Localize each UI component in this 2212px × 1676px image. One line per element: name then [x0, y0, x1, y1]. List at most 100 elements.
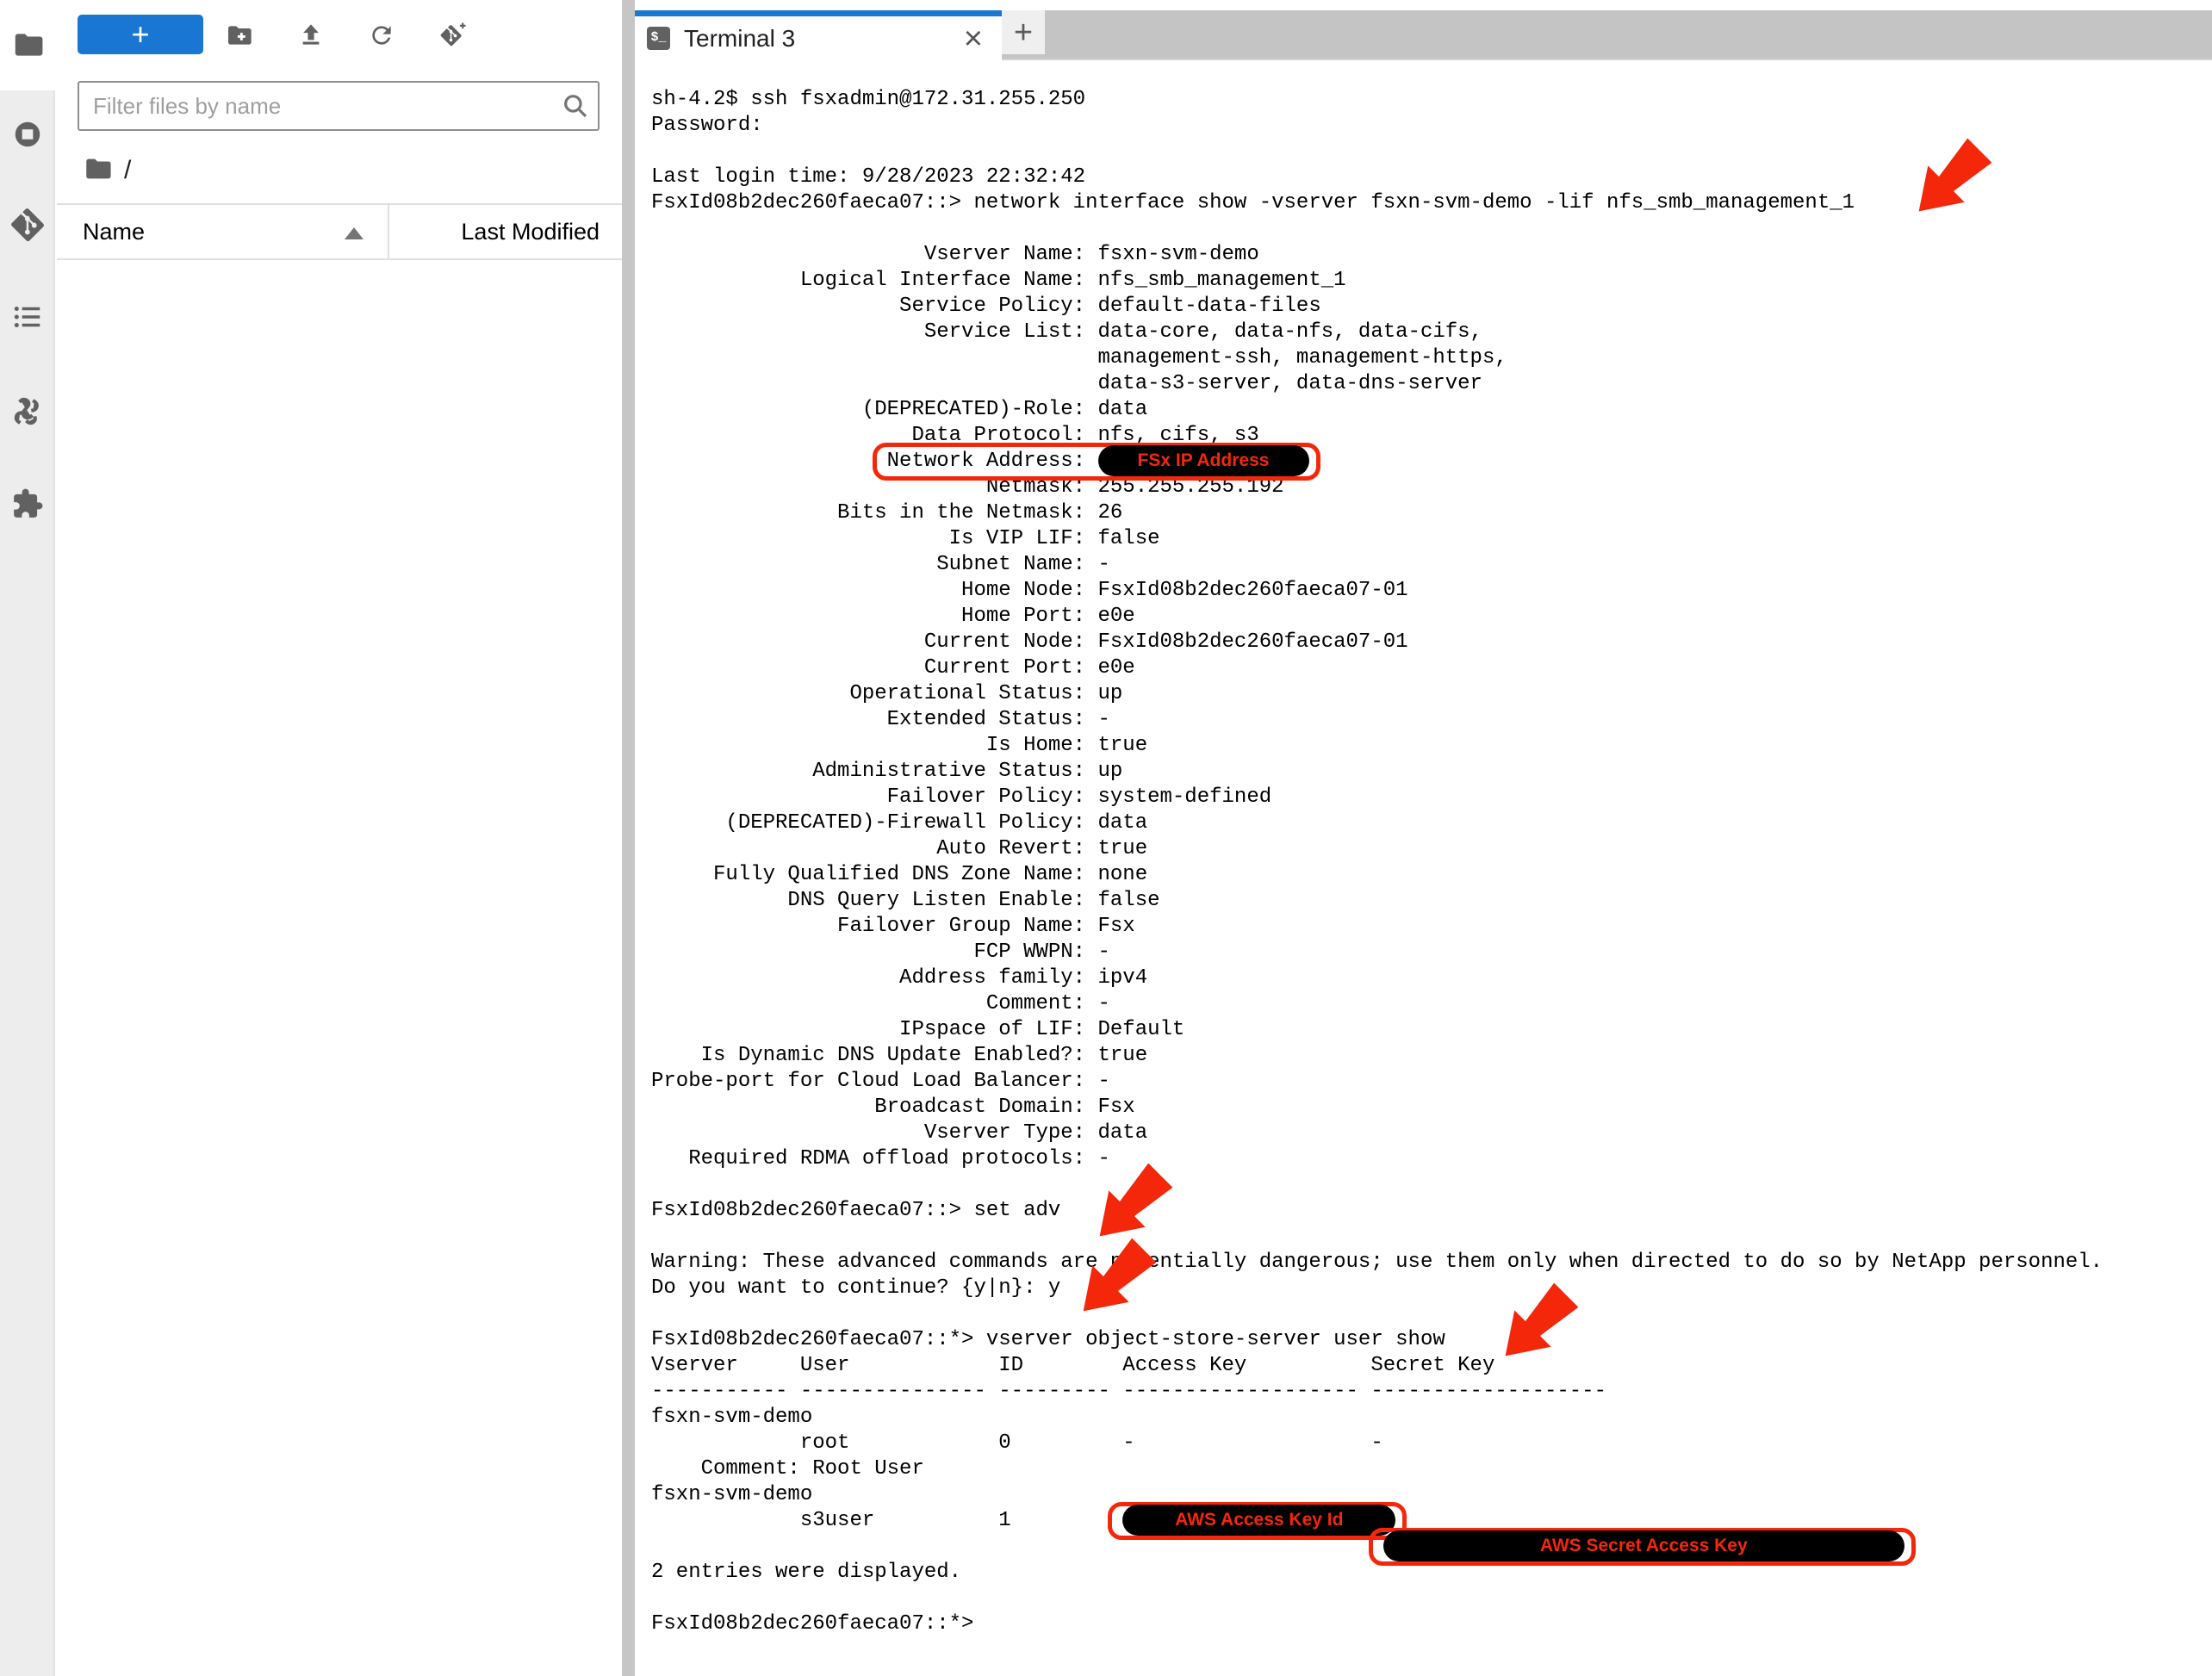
column-header-last-modified[interactable]: Last Modified [461, 219, 600, 245]
jupyterlab-window: + / Name [0, 0, 2212, 1676]
terminal-line: Administrative Status: up [651, 759, 2212, 785]
sidebar-item-file-browser[interactable] [0, 19, 55, 74]
new-launcher-button[interactable]: + [78, 15, 203, 54]
terminal-panel[interactable]: sh-4.2$ ssh fsxadmin@172.31.255.250Passw… [635, 60, 2212, 1637]
puzzle-icon [11, 487, 44, 525]
tab-bar: $_ Terminal 3 × + [635, 10, 2212, 60]
terminal-line: Failover Group Name: Fsx [651, 914, 2212, 940]
terminal-line: ----------- --------------- --------- --… [651, 1379, 2212, 1405]
sidebar-item-toc[interactable] [0, 291, 55, 346]
terminal-line: Is Home: true [651, 733, 2212, 759]
folder-icon [11, 28, 44, 65]
terminal-line: Probe-port for Cloud Load Balancer: - [651, 1069, 2212, 1095]
terminal-line: Vserver User ID Access Key Secret Key [651, 1353, 2212, 1379]
terminal-line: FCP WWPN: - [651, 940, 2212, 965]
activity-bar [0, 0, 55, 1676]
redaction-pill: FSx IP Address [1098, 445, 1309, 476]
terminal-line: Service Policy: default-data-files [651, 294, 2212, 320]
terminal-line: fsxn-svm-demo [651, 1482, 2212, 1508]
upload-button[interactable] [292, 19, 330, 53]
terminal-line: Fully Qualified DNS Zone Name: none [651, 862, 2212, 888]
terminal-line: Is VIP LIF: false [651, 526, 2212, 552]
terminal-line: sh-4.2$ ssh fsxadmin@172.31.255.250 [651, 87, 2212, 113]
terminal-line: Failover Policy: system-defined [651, 785, 2212, 810]
new-folder-icon [225, 22, 252, 52]
sidebar-item-extensions[interactable] [0, 478, 55, 533]
terminal-output[interactable]: sh-4.2$ ssh fsxadmin@172.31.255.250Passw… [651, 87, 2212, 1637]
file-list-empty[interactable] [57, 260, 622, 1676]
terminal-line: root 0 - - [651, 1431, 2212, 1456]
terminal-line: Vserver Name: fsxn-svm-demo [651, 242, 2212, 268]
terminal-line: (DEPRECATED)-Firewall Policy: data [651, 810, 2212, 836]
terminal-line: Do you want to continue? {y|n}: y [651, 1276, 2212, 1301]
terminal-line: Required RDMA offload protocols: - [651, 1146, 2212, 1172]
sort-ascending-icon[interactable] [345, 227, 363, 239]
terminal-line: data-s3-server, data-dns-server [651, 371, 2212, 397]
terminal-line: management-ssh, management-https, [651, 345, 2212, 371]
git-clone-button[interactable] [434, 19, 472, 53]
tab-terminal-3[interactable]: $_ Terminal 3 × [635, 10, 1002, 60]
git-clone-icon [439, 22, 467, 52]
terminal-line: Extended Status: - [651, 707, 2212, 733]
terminal-line [651, 216, 2212, 242]
terminal-line: Comment: - [651, 991, 2212, 1017]
terminal-line: Broadcast Domain: Fsx [651, 1095, 2212, 1120]
terminal-line: FsxId08b2dec260faeca07::> network interf… [651, 190, 2212, 216]
redaction-pill: AWS Access Key Id [1122, 1505, 1395, 1536]
terminal-line: fsxn-svm-demo [651, 1405, 2212, 1431]
terminal-line: Logical Interface Name: nfs_smb_manageme… [651, 268, 2212, 294]
terminal-line: FsxId08b2dec260faeca07::*> vserver objec… [651, 1327, 2212, 1353]
annotation-outline: Network Address: FSx IP Address [873, 443, 1320, 481]
filter-files-container [78, 81, 600, 131]
terminal-line: AWS Secret Access Key [651, 1534, 2212, 1560]
filter-files-input[interactable] [78, 81, 600, 131]
dock-top-gap [635, 0, 2212, 10]
knot-icon [11, 395, 44, 432]
column-divider [388, 205, 389, 258]
file-browser-toolbar: + [57, 0, 622, 74]
upload-icon [297, 22, 325, 52]
close-tab-button[interactable]: × [960, 26, 986, 52]
git-icon [11, 208, 44, 245]
main-dock-panel: $_ Terminal 3 × + sh-4.2$ ssh fsxadmin@1… [635, 0, 2212, 1676]
panel-separator[interactable] [622, 0, 635, 1676]
terminal-line: Operational Status: up [651, 681, 2212, 707]
terminal-line: Home Port: e0e [651, 604, 2212, 630]
annotation-outline: AWS Access Key Id [1108, 1502, 1407, 1540]
breadcrumb[interactable]: / [83, 152, 131, 189]
file-browser-panel: + / Name [57, 0, 622, 1676]
terminal-line: Password: [651, 113, 2212, 139]
terminal-line: Vserver Type: data [651, 1120, 2212, 1146]
terminal-line [651, 1301, 2212, 1327]
column-header-name[interactable]: Name [83, 219, 145, 245]
add-tab-button[interactable]: + [1002, 10, 1045, 54]
terminal-line [651, 1172, 2212, 1198]
file-list-header: Name Last Modified [57, 203, 622, 260]
tab-label: Terminal 3 [684, 25, 960, 53]
terminal-line: Is Dynamic DNS Update Enabled?: true [651, 1043, 2212, 1069]
list-icon [11, 301, 44, 338]
refresh-button[interactable] [363, 19, 401, 53]
sidebar-item-running[interactable] [0, 109, 55, 164]
terminal-line: FsxId08b2dec260faeca07::*> [651, 1611, 2212, 1637]
redaction-pill: AWS Secret Access Key [1383, 1530, 1904, 1561]
refresh-icon [368, 22, 395, 52]
terminal-line: DNS Query Listen Enable: false [651, 888, 2212, 914]
terminal-line: FsxId08b2dec260faeca07::> set adv [651, 1198, 2212, 1224]
breadcrumb-root[interactable]: / [124, 156, 131, 185]
tab-bar-filler [1045, 10, 2212, 59]
sidebar-item-snippets[interactable] [0, 386, 55, 441]
stop-circle-icon [11, 118, 44, 155]
terminal-line: Current Port: e0e [651, 655, 2212, 681]
terminal-line [651, 1224, 2212, 1250]
search-icon [562, 92, 589, 120]
new-folder-button[interactable] [220, 19, 258, 53]
terminal-line: Current Node: FsxId08b2dec260faeca07-01 [651, 630, 2212, 655]
terminal-line: Comment: Root User [651, 1456, 2212, 1482]
folder-icon [83, 154, 112, 188]
annotation-outline: AWS Secret Access Key [1369, 1528, 1916, 1566]
terminal-line: (DEPRECATED)-Role: data [651, 397, 2212, 423]
sidebar-item-git[interactable] [0, 199, 55, 254]
terminal-line: IPspace of LIF: Default [651, 1017, 2212, 1043]
terminal-line: Bits in the Netmask: 26 [651, 500, 2212, 526]
